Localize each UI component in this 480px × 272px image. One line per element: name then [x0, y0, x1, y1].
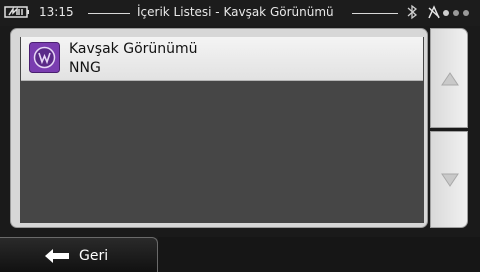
screen-title: İçerik Listesi - Kavşak Görünümü	[137, 5, 334, 19]
status-bar: 13:15 İçerik Listesi - Kavşak Görünümü	[0, 0, 480, 26]
title-divider-right	[352, 13, 398, 14]
signal-dots-icon	[443, 10, 469, 16]
battery-icon	[4, 6, 29, 18]
triangle-up-icon	[441, 72, 459, 86]
list-item-junction-view[interactable]: Kavşak Görünümü NNG	[21, 37, 423, 81]
gps-icon	[428, 5, 440, 19]
arrow-left-icon	[45, 249, 69, 263]
list-item-title: Kavşak Görünümü	[69, 41, 198, 57]
list-item-subtitle: NNG	[69, 60, 101, 76]
bottom-bar	[158, 237, 480, 272]
title-divider-left	[88, 13, 130, 14]
clock: 13:15	[39, 5, 74, 19]
triangle-down-icon	[441, 173, 459, 187]
scroll-down-button[interactable]	[430, 131, 468, 228]
back-button[interactable]: Geri	[0, 237, 158, 272]
scroll-up-button[interactable]	[430, 28, 468, 128]
junction-view-icon	[29, 42, 60, 73]
bluetooth-icon	[407, 4, 418, 20]
back-button-label: Geri	[79, 248, 109, 264]
